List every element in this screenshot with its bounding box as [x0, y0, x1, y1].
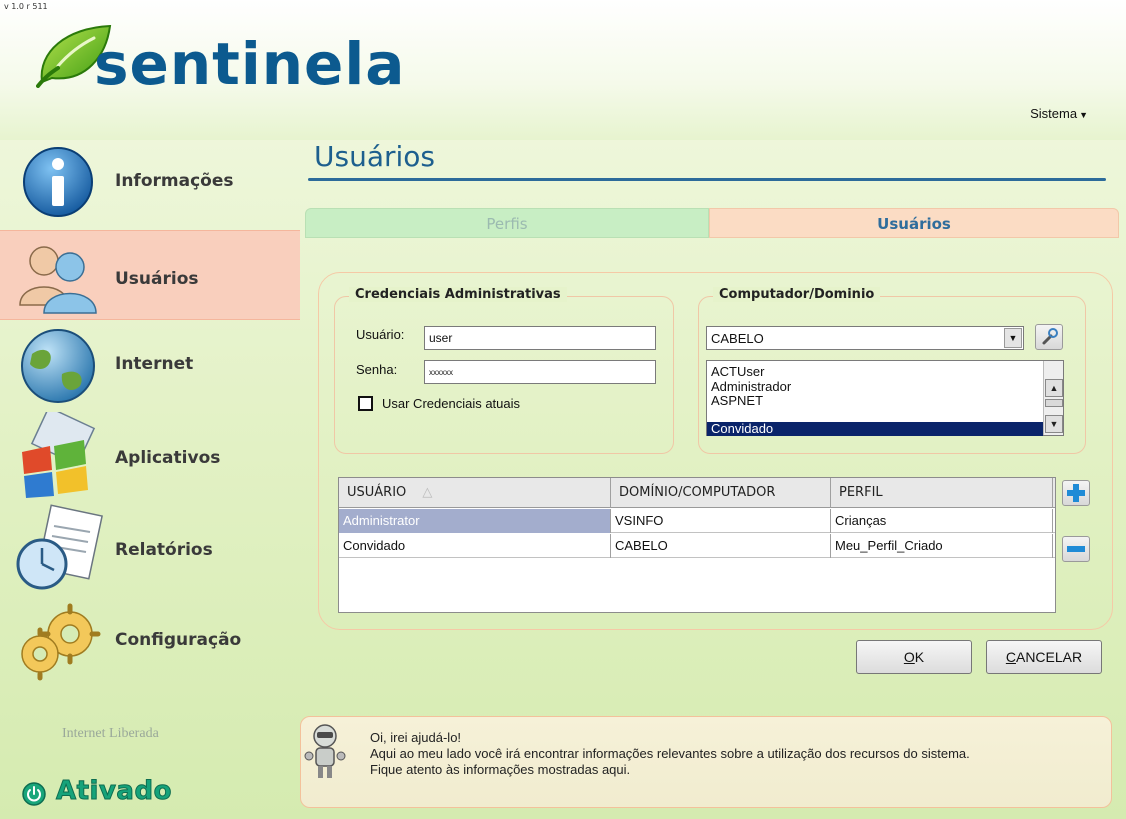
- cell-user: Convidado: [339, 534, 611, 558]
- windows-icon: [22, 412, 96, 498]
- info-icon: [23, 147, 93, 217]
- title-divider: [308, 178, 1106, 181]
- chevron-down-icon[interactable]: ▼: [1004, 328, 1022, 348]
- activation-status[interactable]: Ativado: [56, 776, 172, 807]
- list-scrollbar[interactable]: ▲ ▼: [1043, 361, 1063, 435]
- sidebar-item-label: Relatórios: [115, 540, 213, 560]
- header: v 1.0 r 511 sentinela Sistema ▼: [0, 0, 1126, 140]
- search-button[interactable]: [1035, 324, 1063, 350]
- cell-profile: Meu_Perfil_Criado: [831, 534, 1053, 558]
- column-header-usuario[interactable]: USUÁRIO △: [339, 478, 611, 508]
- cancel-label: ANCELAR: [1015, 649, 1083, 665]
- remove-user-button[interactable]: [1062, 536, 1090, 562]
- sidebar-item-informacoes[interactable]: Informações: [0, 138, 300, 228]
- sidebar-item-internet[interactable]: Internet: [0, 320, 300, 410]
- list-item[interactable]: Administrador: [711, 380, 791, 394]
- sidebar-item-label: Aplicativos: [115, 448, 221, 468]
- column-label: USUÁRIO: [347, 485, 407, 500]
- system-menu[interactable]: Sistema ▼: [1030, 106, 1088, 121]
- sidebar-item-usuarios[interactable]: Usuários: [0, 230, 300, 320]
- robot-assistant-icon: [304, 724, 346, 778]
- users-table[interactable]: USUÁRIO △ DOMÍNIO/COMPUTADOR PERFIL Admi…: [338, 477, 1056, 613]
- scroll-down-icon[interactable]: ▼: [1045, 415, 1063, 433]
- cell-user: Administrator: [339, 509, 611, 533]
- minus-icon: [1067, 546, 1085, 552]
- use-current-credentials-checkbox[interactable]: [358, 396, 373, 411]
- power-icon[interactable]: [22, 782, 46, 806]
- table-header: USUÁRIO △ DOMÍNIO/COMPUTADOR PERFIL: [339, 478, 1055, 508]
- column-header-dominio[interactable]: DOMÍNIO/COMPUTADOR: [611, 478, 831, 508]
- wrench-icon: [1042, 328, 1058, 345]
- cell-profile: Crianças: [831, 509, 1053, 533]
- help-text-line: Aqui ao meu lado você irá encontrar info…: [370, 746, 970, 761]
- sidebar: Informações Usuários Internet Aplicativo…: [0, 138, 300, 700]
- cancel-mnemonic: C: [1005, 649, 1016, 665]
- cell-domain: CABELO: [611, 534, 831, 558]
- tab-perfis[interactable]: Perfis: [305, 208, 709, 238]
- gears-icon: [21, 603, 101, 681]
- logo-text: sentinela: [94, 30, 406, 98]
- ok-button[interactable]: OK: [856, 640, 972, 674]
- app-window: v 1.0 r 511 sentinela Sistema ▼ Informaç…: [0, 0, 1126, 819]
- list-item-selected[interactable]: Convidado: [707, 422, 1043, 436]
- cancel-button[interactable]: CANCELAR: [986, 640, 1102, 674]
- user-field[interactable]: user: [424, 326, 656, 350]
- ok-label: K: [914, 649, 925, 665]
- column-header-perfil[interactable]: PERFIL: [831, 478, 1053, 508]
- help-text-line: Fique atento às informações mostradas aq…: [370, 762, 631, 777]
- internet-status-label: Internet Liberada: [62, 726, 159, 741]
- sidebar-item-aplicativos[interactable]: Aplicativos: [0, 412, 300, 502]
- use-current-credentials-label: Usar Credenciais atuais: [382, 396, 521, 411]
- table-row[interactable]: Administrator VSINFO Crianças: [339, 509, 1055, 533]
- system-menu-label: Sistema: [1030, 106, 1078, 121]
- sidebar-item-label: Informações: [115, 171, 234, 191]
- password-label: Senha:: [356, 362, 398, 377]
- sidebar-item-label: Internet: [115, 354, 194, 374]
- add-user-button[interactable]: [1062, 480, 1090, 506]
- users-icon: [19, 246, 97, 314]
- report-clock-icon: [16, 504, 103, 590]
- table-row[interactable]: Convidado CABELO Meu_Perfil_Criado: [339, 534, 1055, 558]
- sidebar-item-configuracao[interactable]: Configuração: [0, 594, 300, 684]
- computer-select-value: CABELO: [711, 331, 764, 346]
- list-item[interactable]: ASPNET: [711, 394, 763, 408]
- sort-ascending-icon: △: [422, 485, 433, 500]
- credentials-legend: Credenciais Administrativas: [349, 287, 567, 302]
- computer-select[interactable]: CABELO ▼: [706, 326, 1024, 350]
- tab-usuarios[interactable]: Usuários: [709, 208, 1119, 238]
- help-text-line: Oi, irei ajudá-lo!: [370, 730, 462, 745]
- scroll-thumb[interactable]: [1045, 399, 1063, 407]
- scroll-up-icon[interactable]: ▲: [1045, 379, 1063, 397]
- cell-domain: VSINFO: [611, 509, 831, 533]
- account-list[interactable]: ACTUser Administrador ASPNET Convidado ▲…: [706, 360, 1064, 436]
- sidebar-item-relatorios[interactable]: Relatórios: [0, 504, 300, 594]
- page-title: Usuários: [314, 140, 435, 173]
- sidebar-item-label: Usuários: [115, 269, 199, 289]
- plus-icon: [1067, 484, 1085, 502]
- user-label: Usuário:: [356, 327, 405, 342]
- ok-mnemonic: O: [903, 649, 915, 665]
- password-field[interactable]: xxxxxx: [424, 360, 656, 384]
- globe-icon: [21, 329, 95, 403]
- sidebar-item-label: Configuração: [115, 630, 242, 650]
- version-label: v 1.0 r 511: [4, 2, 48, 11]
- caret-down-icon: ▼: [1079, 110, 1088, 120]
- list-item[interactable]: ACTUser: [711, 365, 764, 379]
- computer-legend: Computador/Dominio: [713, 287, 881, 302]
